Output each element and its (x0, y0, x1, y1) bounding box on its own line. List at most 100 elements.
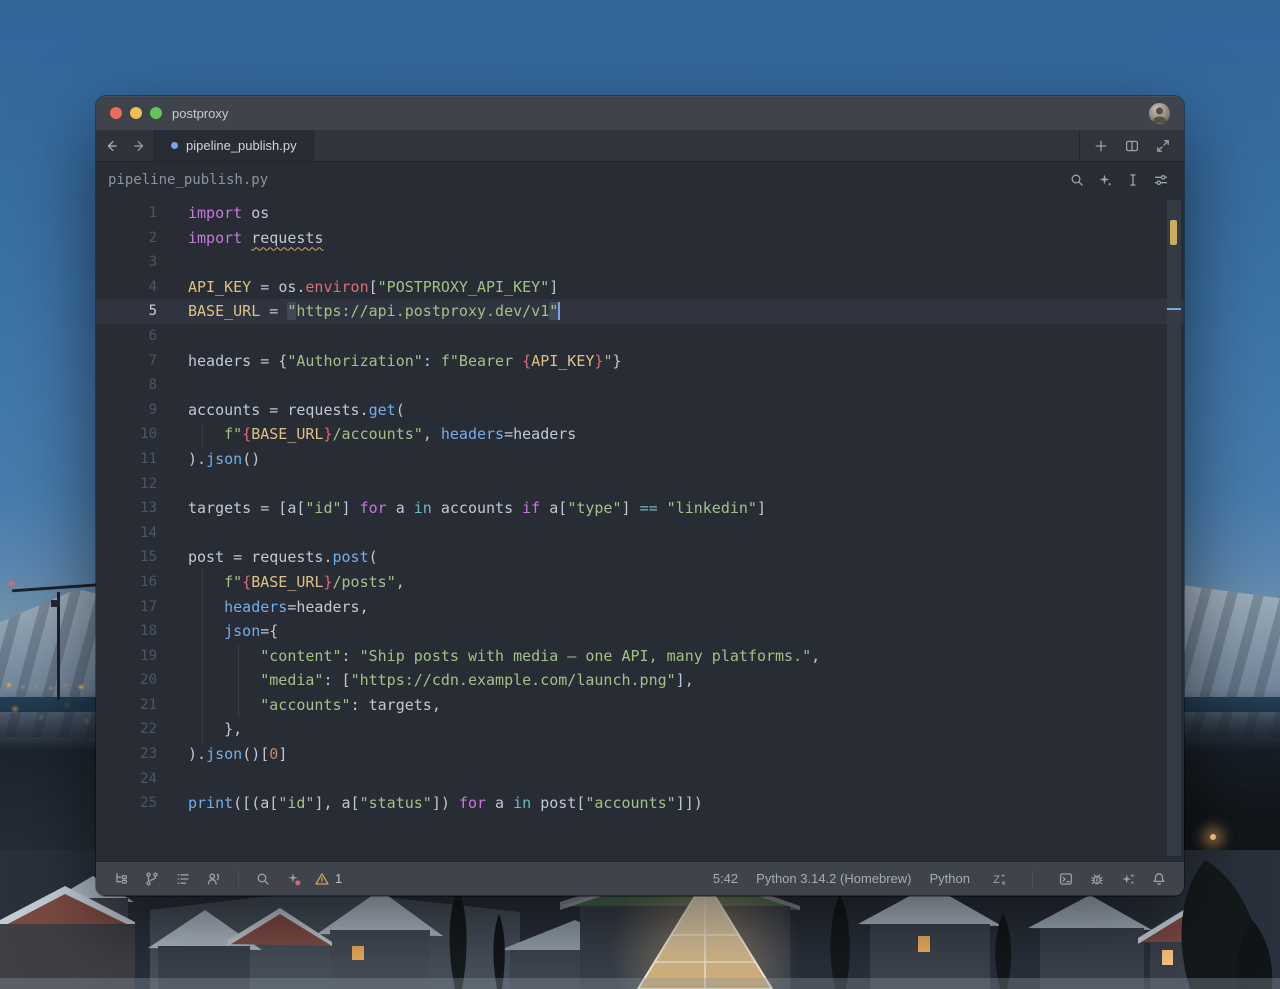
collab-panel-button[interactable] (203, 868, 225, 890)
code-line[interactable]: 14 (96, 521, 1184, 546)
editor-settings-button[interactable] (1150, 169, 1172, 191)
tab-label: pipeline_publish.py (186, 138, 297, 153)
code-line[interactable]: 21 "accounts": targets, (96, 693, 1184, 718)
code-editor[interactable]: 1import os2import requests34API_KEY = os… (96, 197, 1184, 861)
ai-notification-button[interactable] (283, 868, 305, 890)
code-line[interactable]: 20 "media": ["https://cdn.example.com/la… (96, 668, 1184, 693)
code-line[interactable]: 18 json={ (96, 619, 1184, 644)
code-line[interactable]: 1import os (96, 201, 1184, 226)
line-number[interactable]: 15 (96, 545, 157, 570)
tab-pipeline-publish[interactable]: pipeline_publish.py (155, 130, 314, 161)
scrollbar[interactable] (1167, 200, 1181, 856)
code-line[interactable]: 2import requests (96, 226, 1184, 251)
code-line[interactable]: 9accounts = requests.get( (96, 398, 1184, 423)
code-line[interactable]: 16 f"{BASE_URL}/posts", (96, 570, 1184, 595)
split-pane-button[interactable] (1121, 135, 1143, 157)
inline-assist-button[interactable] (1094, 169, 1116, 191)
line-number[interactable]: 14 (96, 521, 157, 546)
terminal-icon (1058, 871, 1074, 887)
forward-icon[interactable] (132, 138, 148, 154)
line-number[interactable]: 5 (96, 299, 157, 324)
code-line[interactable]: 13targets = [a["id"] for a in accounts i… (96, 496, 1184, 521)
zoom-window-button[interactable] (150, 107, 162, 119)
toggle-fullscreen-button[interactable] (1152, 135, 1174, 157)
code-line[interactable]: 22 }, (96, 717, 1184, 742)
desktop-background: postproxy pipeline_publish.py (0, 0, 1280, 989)
code-line[interactable]: 23).json()[0] (96, 742, 1184, 767)
line-number[interactable]: 18 (96, 619, 157, 644)
git-branch-icon (144, 871, 160, 887)
line-number[interactable]: 20 (96, 668, 157, 693)
line-number[interactable]: 25 (96, 791, 157, 816)
divider (238, 871, 239, 887)
user-avatar[interactable] (1149, 103, 1170, 124)
diagnostics-indicator[interactable]: 1 (314, 871, 342, 887)
code-line[interactable]: 11).json() (96, 447, 1184, 472)
code-line[interactable]: 19 "content": "Ship posts with media — o… (96, 644, 1184, 669)
line-number[interactable]: 4 (96, 275, 157, 300)
language-selector[interactable]: Python (930, 871, 970, 886)
line-number[interactable]: 17 (96, 595, 157, 620)
terminal-panel-button[interactable] (1055, 868, 1077, 890)
warning-triangle-icon (314, 871, 330, 887)
line-number[interactable]: 8 (96, 373, 157, 398)
code-line[interactable]: 4API_KEY = os.environ["POSTPROXY_API_KEY… (96, 275, 1184, 300)
expand-icon (1155, 138, 1171, 154)
scrollbar-warning-marker (1170, 220, 1177, 245)
line-number[interactable]: 13 (96, 496, 157, 521)
line-number[interactable]: 21 (96, 693, 157, 718)
code-area: 1import os2import requests34API_KEY = os… (96, 201, 1184, 816)
scrollbar-cursor-marker (1167, 308, 1181, 310)
line-number[interactable]: 9 (96, 398, 157, 423)
sparkle-dot-icon (286, 871, 302, 887)
code-line[interactable]: 12 (96, 472, 1184, 497)
edit-prediction-button[interactable]: Z (988, 868, 1010, 890)
breadcrumb[interactable]: pipeline_publish.py (108, 172, 268, 188)
line-number[interactable]: 3 (96, 250, 157, 275)
edit-mode-button[interactable] (1122, 169, 1144, 191)
code-line[interactable]: 8 (96, 373, 1184, 398)
new-tab-button[interactable] (1090, 135, 1112, 157)
code-line[interactable]: 25print([(a["id"], a["status"]) for a in… (96, 791, 1184, 816)
debug-panel-button[interactable] (1086, 868, 1108, 890)
line-number[interactable]: 22 (96, 717, 157, 742)
line-number[interactable]: 2 (96, 226, 157, 251)
code-line[interactable]: 7headers = {"Authorization": f"Bearer {A… (96, 349, 1184, 374)
git-panel-button[interactable] (141, 868, 163, 890)
line-number[interactable]: 16 (96, 570, 157, 595)
toolchain-selector[interactable]: Python 3.14.2 (Homebrew) (756, 871, 911, 886)
window-controls (110, 107, 162, 119)
bell-icon (1151, 871, 1167, 887)
line-number[interactable]: 7 (96, 349, 157, 374)
line-number[interactable]: 19 (96, 644, 157, 669)
close-window-button[interactable] (110, 107, 122, 119)
notification-button[interactable] (1148, 868, 1170, 890)
code-line[interactable]: 6 (96, 324, 1184, 349)
line-number[interactable]: 6 (96, 324, 157, 349)
code-line[interactable]: 3 (96, 250, 1184, 275)
construction-crane-mast (57, 592, 60, 700)
code-line[interactable]: 10 f"{BASE_URL}/accounts", headers=heade… (96, 422, 1184, 447)
line-number[interactable]: 11 (96, 447, 157, 472)
code-line[interactable]: 17 headers=headers, (96, 595, 1184, 620)
back-icon[interactable] (103, 138, 119, 154)
line-number[interactable]: 1 (96, 201, 157, 226)
code-line[interactable]: 15post = requests.post( (96, 545, 1184, 570)
dock-lights (4, 684, 6, 686)
project-search-button[interactable] (252, 868, 274, 890)
line-number[interactable]: 12 (96, 472, 157, 497)
code-line[interactable]: 24 (96, 767, 1184, 792)
outline-panel-button[interactable] (172, 868, 194, 890)
cursor-position[interactable]: 5:42 (713, 871, 738, 886)
minimize-window-button[interactable] (130, 107, 142, 119)
project-panel-button[interactable] (110, 868, 132, 890)
code-line[interactable]: 5BASE_URL = "https://api.postproxy.dev/v… (96, 299, 1184, 324)
split-pane-icon (1124, 138, 1140, 154)
title-bar[interactable]: postproxy (96, 96, 1184, 130)
line-number[interactable]: 24 (96, 767, 157, 792)
buffer-search-button[interactable] (1066, 169, 1088, 191)
line-number[interactable]: 10 (96, 422, 157, 447)
agent-panel-button[interactable] (1117, 868, 1139, 890)
breadcrumb-bar: pipeline_publish.py (96, 162, 1184, 197)
line-number[interactable]: 23 (96, 742, 157, 767)
